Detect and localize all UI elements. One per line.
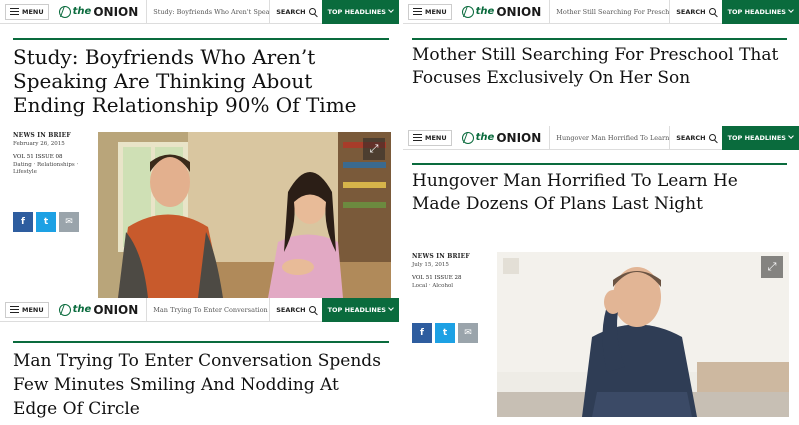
top-nav-bar: MENU the ONION Mother Still Searching Fo… [403, 0, 799, 24]
article-kicker[interactable]: NEWS IN BRIEF [13, 132, 93, 139]
menu-button[interactable]: MENU [408, 129, 452, 146]
top-headlines-label: TOP HEADLINES [327, 305, 386, 314]
facebook-icon[interactable]: f [412, 323, 432, 343]
top-nav-bar: MENU the ONION Hungover Man Horrified To… [403, 126, 799, 150]
headline-rule [13, 38, 389, 40]
search-label: SEARCH [676, 7, 706, 16]
logo-name: ONION [93, 4, 139, 19]
logo-the: the [475, 132, 495, 143]
search-label: SEARCH [676, 133, 706, 142]
search-button[interactable]: SEARCH [269, 298, 321, 322]
search-icon [308, 306, 316, 313]
logo-the: the [72, 304, 92, 315]
top-headlines-label: TOP HEADLINES [727, 7, 786, 16]
article-photo[interactable]: ⤢ [497, 252, 789, 417]
article-headline: Study: Boyfriends Who Aren’t Speaking Ar… [13, 45, 357, 117]
hungover-man-photo [497, 252, 789, 417]
search-button[interactable]: SEARCH [269, 0, 321, 24]
email-icon[interactable]: ✉ [59, 212, 79, 232]
logo-the: the [475, 6, 495, 17]
top-nav-bar: MENU the ONION Man Trying To Enter Conve… [0, 298, 399, 322]
chevron-down-icon [388, 305, 394, 311]
article-panel-hungover: MENU the ONION Hungover Man Horrified To… [403, 126, 799, 425]
top-headlines-button[interactable]: TOP HEADLINES [721, 126, 799, 150]
article-tags[interactable]: Local · Alcohol [412, 283, 492, 290]
article-kicker[interactable]: NEWS IN BRIEF [412, 253, 492, 260]
article-meta: NEWS IN BRIEF July 15, 2015 VOL 51 ISSUE… [412, 253, 492, 290]
breadcrumb: Man Trying To Enter Conversation Spends … [146, 298, 269, 322]
email-icon[interactable]: ✉ [458, 323, 478, 343]
onion-logo[interactable]: the ONION [58, 302, 139, 317]
search-icon [708, 134, 716, 141]
onion-globe-icon [58, 5, 71, 18]
article-tags[interactable]: Dating · Relationships · Lifestyle [13, 162, 93, 176]
onion-logo[interactable]: the ONION [58, 4, 139, 19]
menu-button[interactable]: MENU [408, 3, 452, 20]
logo-name: ONION [93, 302, 139, 317]
onion-globe-icon [461, 5, 474, 18]
share-buttons: f t ✉ [13, 212, 79, 232]
logo-the: the [72, 6, 92, 17]
top-nav-bar: MENU the ONION Study: Boyfriends Who Are… [0, 0, 399, 24]
onion-globe-icon [58, 303, 71, 316]
search-label: SEARCH [276, 7, 306, 16]
onion-globe-icon [461, 131, 474, 144]
article-panel-boyfriends: MENU the ONION Study: Boyfriends Who Are… [0, 0, 399, 298]
top-headlines-button[interactable]: TOP HEADLINES [321, 0, 399, 24]
couple-photo [98, 132, 391, 298]
article-date: July 15, 2015 [412, 262, 449, 268]
menu-label: MENU [425, 133, 447, 142]
logo-name: ONION [496, 130, 542, 145]
article-panel-conversation: MENU the ONION Man Trying To Enter Conve… [0, 298, 399, 425]
breadcrumb: Hungover Man Horrified To Learn He Made [549, 126, 669, 150]
twitter-icon[interactable]: t [36, 212, 56, 232]
logo-name: ONION [496, 4, 542, 19]
chevron-down-icon [788, 133, 794, 139]
article-headline: Mother Still Searching For Preschool Tha… [412, 45, 779, 88]
article-date: February 26, 2015 [13, 141, 65, 147]
top-headlines-label: TOP HEADLINES [727, 133, 786, 142]
article-photo[interactable]: ⤢ [98, 132, 391, 298]
top-headlines-label: TOP HEADLINES [327, 7, 386, 16]
menu-button[interactable]: MENU [5, 3, 49, 20]
facebook-icon[interactable]: f [13, 212, 33, 232]
hamburger-icon [10, 8, 19, 15]
share-buttons: f t ✉ [412, 323, 478, 343]
hamburger-icon [413, 8, 422, 15]
menu-label: MENU [425, 7, 447, 16]
search-icon [308, 8, 316, 15]
hamburger-icon [10, 306, 19, 313]
top-headlines-button[interactable]: TOP HEADLINES [721, 0, 799, 24]
search-icon [708, 8, 716, 15]
menu-label: MENU [22, 305, 44, 314]
article-meta: NEWS IN BRIEF February 26, 2015 VOL 51 I… [13, 132, 93, 176]
search-button[interactable]: SEARCH [669, 126, 721, 150]
top-headlines-button[interactable]: TOP HEADLINES [321, 298, 399, 322]
search-button[interactable]: SEARCH [669, 0, 721, 24]
expand-icon[interactable]: ⤢ [761, 256, 783, 278]
headline-rule [13, 341, 389, 343]
headline-rule [412, 163, 787, 165]
onion-logo[interactable]: the ONION [461, 130, 542, 145]
onion-logo[interactable]: the ONION [461, 4, 542, 19]
hamburger-icon [413, 134, 422, 141]
breadcrumb: Study: Boyfriends Who Aren't Speakin [146, 0, 269, 24]
twitter-icon[interactable]: t [435, 323, 455, 343]
article-issue: VOL 51 ISSUE 28 [412, 275, 462, 281]
article-panel-preschool: MENU the ONION Mother Still Searching Fo… [403, 0, 799, 126]
menu-button[interactable]: MENU [5, 301, 49, 318]
article-issue: VOL 51 ISSUE 08 [13, 154, 63, 160]
chevron-down-icon [788, 7, 794, 13]
search-label: SEARCH [276, 305, 306, 314]
article-headline: Man Trying To Enter Conversation Spends … [13, 351, 381, 419]
chevron-down-icon [388, 7, 394, 13]
headline-rule [412, 38, 787, 40]
menu-label: MENU [22, 7, 44, 16]
expand-icon[interactable]: ⤢ [363, 138, 385, 160]
breadcrumb: Mother Still Searching For Preschool Tha… [549, 0, 669, 24]
article-headline: Hungover Man Horrified To Learn He Made … [412, 171, 738, 214]
